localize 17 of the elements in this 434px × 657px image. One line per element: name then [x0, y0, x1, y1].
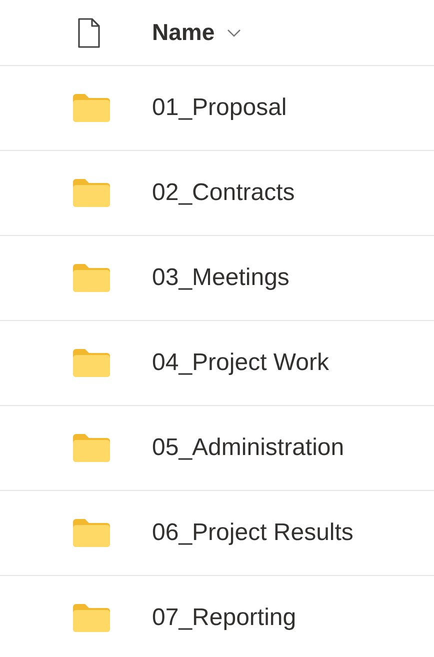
folder-name[interactable]: 05_Administration [152, 434, 434, 462]
folder-icon [73, 604, 110, 632]
folder-name[interactable]: 01_Proposal [152, 94, 434, 122]
folder-icon [73, 519, 110, 547]
folder-icon [73, 434, 110, 462]
folder-name[interactable]: 03_Meetings [152, 264, 434, 292]
folder-name[interactable]: 04_Project Work [152, 349, 434, 377]
folder-icon [73, 264, 110, 292]
folder-icon [73, 349, 110, 377]
folder-name[interactable]: 02_Contracts [152, 179, 434, 207]
folder-icon [73, 179, 110, 207]
chevron-down-icon[interactable] [226, 28, 241, 36]
folder-name[interactable]: 07_Reporting [152, 604, 434, 632]
folder-name[interactable]: 06_Project Results [152, 519, 434, 547]
column-header[interactable]: Name [152, 19, 215, 46]
folder-icon [73, 94, 110, 122]
document-icon [77, 18, 101, 48]
